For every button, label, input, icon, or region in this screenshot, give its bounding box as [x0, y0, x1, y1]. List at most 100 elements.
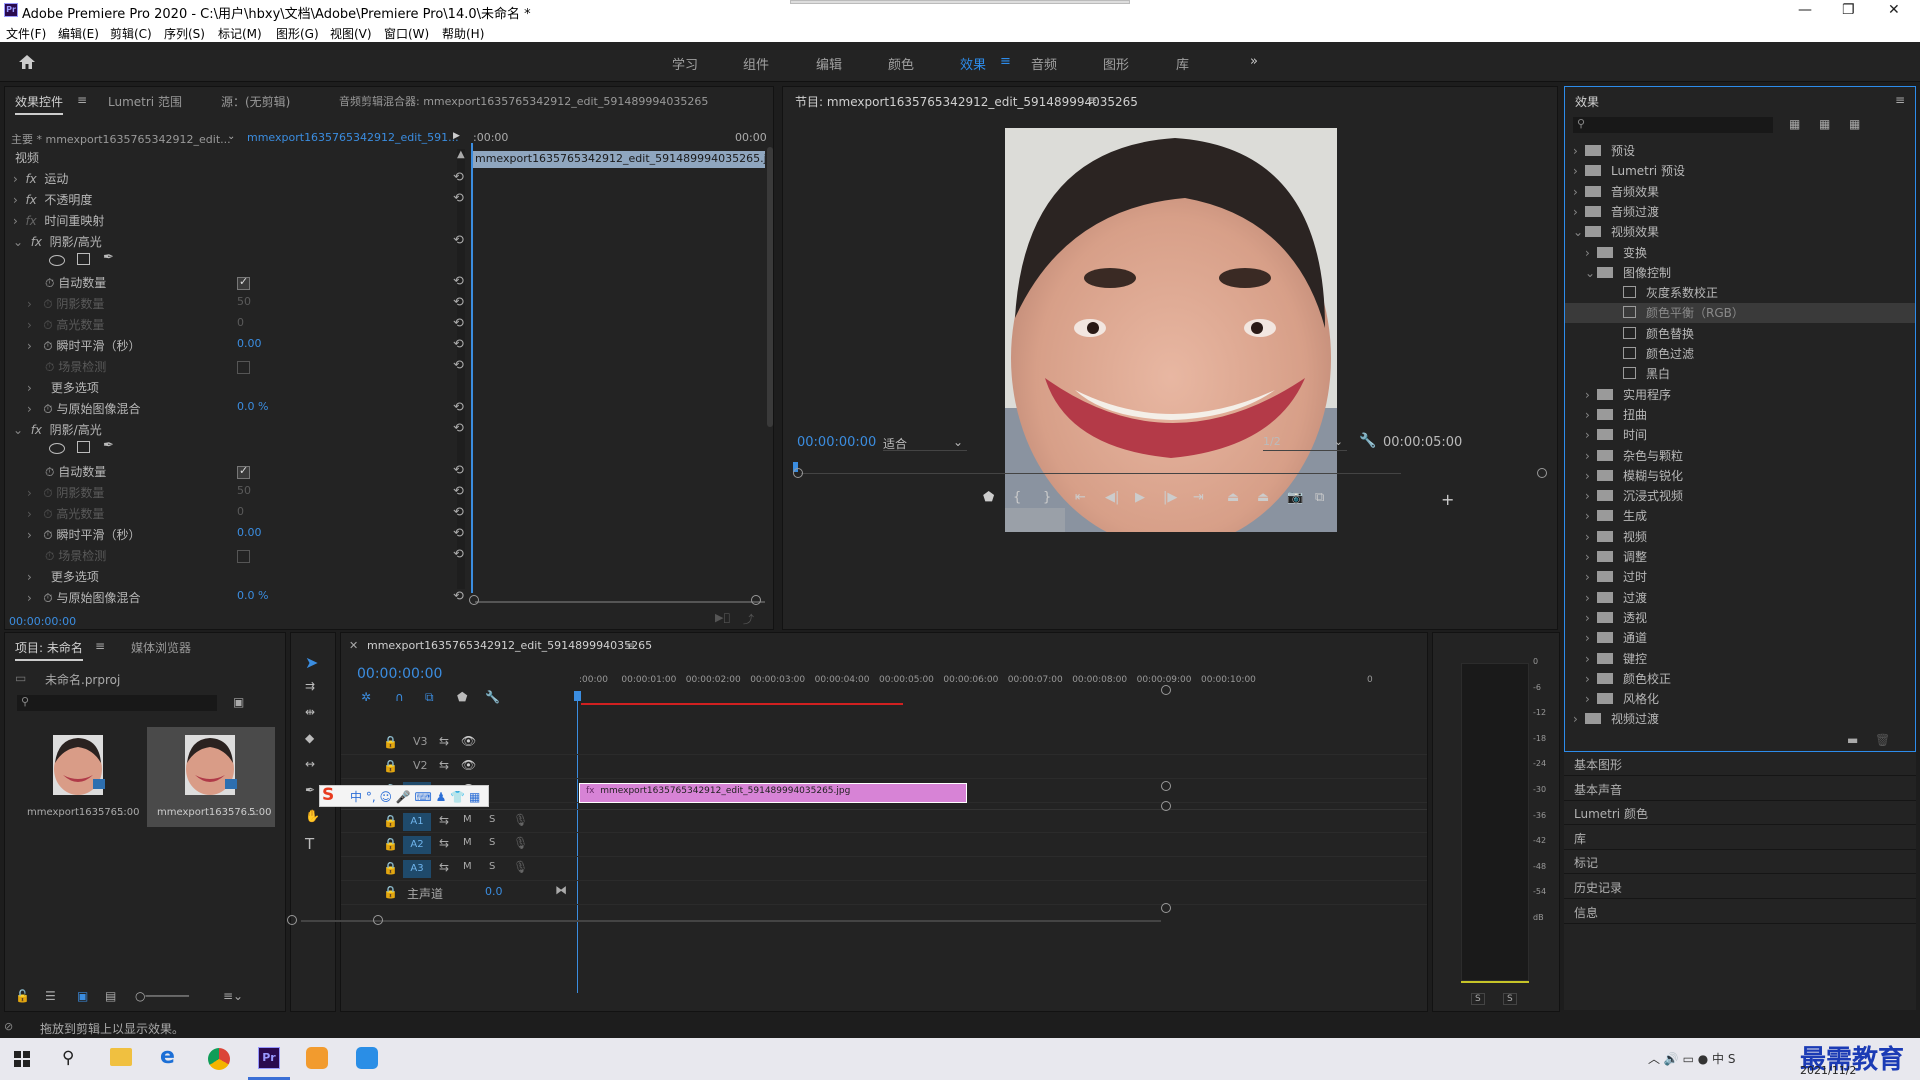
- chevron-right-icon[interactable]: ›: [1573, 709, 1585, 729]
- effects-tree-item[interactable]: › 生成: [1565, 506, 1915, 526]
- ec-zoom-bar[interactable]: [475, 601, 765, 603]
- effects-tree-item[interactable]: › 扭曲: [1565, 405, 1915, 425]
- play-triangle-icon[interactable]: ▶: [453, 131, 460, 141]
- effects-tree-item[interactable]: › 通道: [1565, 628, 1915, 648]
- collapsed-panel-tab[interactable]: Lumetri 颜色: [1564, 801, 1916, 826]
- v3-label[interactable]: V3: [413, 735, 428, 748]
- chevron-right-icon[interactable]: ›: [1585, 588, 1597, 608]
- razor-tool-icon[interactable]: ◆: [305, 731, 314, 745]
- resolution-dropdown[interactable]: 1/2 ⌄: [1263, 435, 1347, 451]
- workspace-learn[interactable]: 学习: [672, 54, 698, 73]
- fx-row-motion[interactable]: › fx 运动: [13, 170, 453, 191]
- chevron-right-icon[interactable]: ›: [1585, 527, 1597, 547]
- effects-tree-item[interactable]: 颜色过滤: [1565, 344, 1915, 364]
- a1-mute[interactable]: M: [463, 814, 472, 825]
- chrome-icon[interactable]: [208, 1048, 230, 1070]
- collapsed-panel-tab[interactable]: 信息: [1564, 900, 1916, 924]
- reset-temporal-1-icon[interactable]: ⟲: [453, 337, 464, 352]
- v3-eye-icon[interactable]: 👁: [461, 734, 476, 748]
- minimize-icon[interactable]: —: [1798, 2, 1812, 18]
- program-scrub-bar[interactable]: [801, 473, 1401, 474]
- sequence-clip-label[interactable]: mmexport1635765342912_edit_591...: [247, 131, 459, 144]
- rect-mask-2-icon[interactable]: [77, 441, 90, 453]
- collapsed-panel-tab[interactable]: 库: [1564, 826, 1916, 850]
- meter-solo-left[interactable]: S: [1471, 993, 1485, 1005]
- ripple-edit-icon[interactable]: ⇹: [305, 705, 315, 719]
- menu-window[interactable]: 窗口(W): [384, 25, 429, 42]
- fit-dropdown[interactable]: 适合 ⌄: [883, 435, 967, 451]
- workspace-effects[interactable]: 效果: [960, 54, 986, 73]
- add-marker-icon[interactable]: ⬟: [983, 490, 994, 505]
- effects-tree-item[interactable]: › 杂色与颗粒: [1565, 446, 1915, 466]
- a3-sync-icon[interactable]: ⇆: [439, 860, 449, 874]
- type-tool-icon[interactable]: T: [305, 835, 314, 853]
- timeline-h-scrollbar[interactable]: [301, 920, 1161, 922]
- effects-tree-item[interactable]: 颜色平衡（RGB）: [1565, 303, 1915, 324]
- chevron-right-icon[interactable]: ›: [1585, 628, 1597, 648]
- workspace-graphics[interactable]: 图形: [1103, 54, 1129, 73]
- app-icon-orange[interactable]: [306, 1047, 328, 1069]
- menu-file[interactable]: 文件(F): [6, 25, 46, 42]
- effects-tree-item[interactable]: › 沉浸式视频: [1565, 486, 1915, 506]
- tab-effect-controls[interactable]: 效果控件: [15, 93, 64, 115]
- ec-export-icon[interactable]: ⤴: [743, 611, 754, 627]
- premiere-taskbar-icon[interactable]: Pr: [258, 1047, 280, 1069]
- reset-highlight-amount-2-icon[interactable]: ⟲: [453, 505, 464, 520]
- master-clip-label[interactable]: 主要 * mmexport1635765342912_edit...: [11, 133, 231, 146]
- program-video-frame[interactable]: [1005, 128, 1337, 532]
- list-view-icon[interactable]: ☰: [45, 989, 56, 1003]
- collapsed-panel-tab[interactable]: 基本图形: [1564, 752, 1916, 776]
- auto-amount-checkbox-1[interactable]: [237, 275, 250, 290]
- windows-start-icon[interactable]: [14, 1051, 30, 1067]
- temporal-smooth-value-2[interactable]: 0.00: [237, 526, 262, 539]
- mini-clip-bar[interactable]: mmexport1635765342912_edit_5914899940352…: [471, 151, 765, 168]
- effects-tree-item[interactable]: › Lumetri 预设: [1565, 161, 1915, 181]
- reset-blend-2-icon[interactable]: ⟲: [453, 589, 464, 604]
- program-playhead-timecode[interactable]: 00:00:00:00: [797, 435, 876, 450]
- v3-lock-icon[interactable]: 🔒: [383, 735, 398, 749]
- blend-value-2[interactable]: 0.0 %: [237, 589, 268, 602]
- chevron-right-icon[interactable]: ›: [1585, 425, 1597, 445]
- reset-blend-1-icon[interactable]: ⟲: [453, 400, 464, 415]
- go-to-out-icon[interactable]: ⇥: [1193, 490, 1204, 505]
- v-scroll-handle-start[interactable]: [1161, 685, 1171, 695]
- tab-menu-icon[interactable]: ≡: [77, 93, 87, 107]
- chevron-right-icon[interactable]: ›: [1585, 446, 1597, 466]
- mark-out-icon[interactable]: }: [1043, 490, 1051, 505]
- chevron-right-icon[interactable]: ›: [1585, 506, 1597, 526]
- pen-mask-2-icon[interactable]: ✒: [103, 438, 114, 453]
- fx-row-shadow-highlight-2[interactable]: ⌄ fx 阴影/高光: [13, 421, 453, 442]
- effects-tree-item[interactable]: 颜色替换: [1565, 324, 1915, 344]
- auto-amount-checkbox-2[interactable]: [237, 464, 250, 479]
- chevron-right-icon[interactable]: ›: [1585, 669, 1597, 689]
- chevron-right-icon[interactable]: ›: [1585, 466, 1597, 486]
- ime-mode-icon[interactable]: 中 °, ☺ 🎤 ⌨ ♟ 👕 ▦: [350, 788, 480, 805]
- workspace-audio[interactable]: 音频: [1031, 54, 1057, 73]
- a2-solo[interactable]: S: [489, 837, 495, 848]
- selection-tool-icon[interactable]: ➤: [305, 653, 318, 672]
- menu-help[interactable]: 帮助(H): [442, 25, 484, 42]
- icon-view-icon[interactable]: ▣: [77, 989, 88, 1003]
- effects-tree-item[interactable]: › 风格化: [1565, 689, 1915, 709]
- yuv-effects-icon[interactable]: ▦: [1849, 117, 1860, 131]
- mark-in-icon[interactable]: {: [1013, 490, 1021, 505]
- ec-zoom-right-handle[interactable]: [751, 595, 761, 605]
- effects-tree-item[interactable]: ⌄ 图像控制: [1565, 263, 1915, 283]
- menu-marker[interactable]: 标记(M): [218, 25, 262, 42]
- ellipse-mask-icon[interactable]: [49, 255, 65, 266]
- project-item-2[interactable]: mmexport163576... 5:00: [147, 727, 275, 827]
- step-back-icon[interactable]: ◀|: [1105, 490, 1119, 505]
- sort-icon[interactable]: ≡⌄: [223, 989, 243, 1003]
- v2-label[interactable]: V2: [413, 759, 428, 772]
- reset-shadow-amount-2-icon[interactable]: ⟲: [453, 484, 464, 499]
- collapsed-panel-tab[interactable]: 标记: [1564, 850, 1916, 875]
- effects-tree-item[interactable]: › 调整: [1565, 547, 1915, 567]
- lift-icon[interactable]: ⏏: [1227, 490, 1239, 505]
- play-icon[interactable]: ▶: [1135, 490, 1145, 505]
- master-lock-icon[interactable]: 🔒: [383, 885, 398, 899]
- effects-tree-item[interactable]: › 变换: [1565, 243, 1915, 263]
- effects-tree-item[interactable]: › 颜色校正: [1565, 669, 1915, 689]
- find-icon[interactable]: ▣: [233, 695, 244, 709]
- slip-tool-icon[interactable]: ↔: [305, 757, 315, 771]
- effects-tree-item[interactable]: › 实用程序: [1565, 385, 1915, 405]
